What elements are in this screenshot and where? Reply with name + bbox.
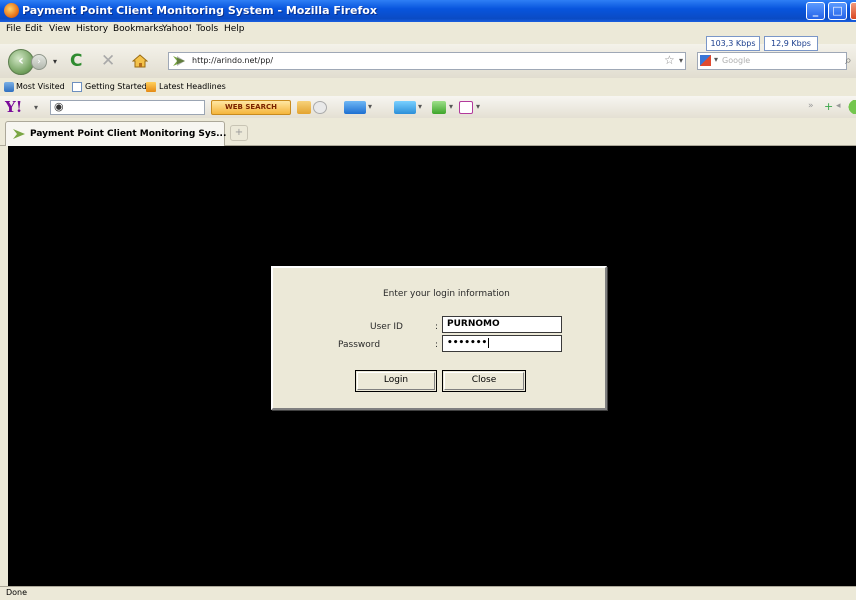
antispy-icon[interactable]: [313, 101, 327, 114]
yahoo-menu-dropdown-icon[interactable]: ▾: [34, 103, 38, 112]
toolbar-arrow-icon[interactable]: ◂: [836, 101, 841, 111]
menu-bookmarks[interactable]: Bookmarks: [113, 24, 163, 34]
maximize-button[interactable]: □: [828, 2, 847, 20]
messenger-dropdown-icon[interactable]: ▾: [418, 102, 422, 111]
new-tab-button[interactable]: +: [230, 125, 248, 141]
bookmark-latest-headlines[interactable]: Latest Headlines: [159, 82, 226, 91]
close-window-button[interactable]: [850, 2, 856, 20]
site-favicon: [172, 55, 186, 67]
search-placeholder: Google: [722, 56, 751, 65]
label-separator: :: [435, 340, 439, 350]
messenger-icon[interactable]: [394, 101, 416, 114]
menu-history[interactable]: History: [76, 24, 108, 34]
forward-button[interactable]: ›: [31, 54, 47, 70]
close-button-label: Close: [471, 375, 497, 385]
search-icon[interactable]: ⌕: [845, 53, 852, 68]
home-icon[interactable]: [131, 54, 149, 68]
toolbar-overflow-icon[interactable]: »: [808, 101, 814, 111]
calendar-icon[interactable]: [432, 101, 446, 114]
password-value: •••••••: [447, 338, 488, 348]
login-button-label: Login: [383, 375, 409, 385]
url-dropdown-icon[interactable]: ▾: [679, 56, 683, 65]
menu-help[interactable]: Help: [224, 24, 245, 34]
stop-icon[interactable]: ✕: [101, 51, 115, 71]
menu-tools[interactable]: Tools: [196, 24, 218, 34]
password-label: Password: [338, 340, 381, 350]
minimize-button[interactable]: _: [806, 2, 825, 20]
mail-icon[interactable]: [344, 101, 366, 114]
user-id-label: User ID: [370, 322, 403, 332]
rss-feed-icon: [146, 82, 156, 92]
google-icon[interactable]: [700, 55, 711, 66]
download-speed-meter: 103,3 Kbps: [706, 36, 760, 51]
close-button[interactable]: Close: [442, 370, 526, 392]
label-separator: :: [435, 322, 439, 332]
yahoo-logo[interactable]: Y!: [5, 98, 22, 116]
menu-file[interactable]: File: [6, 24, 21, 34]
password-input[interactable]: •••••••: [442, 335, 562, 352]
search-engine-dropdown-icon[interactable]: ▾: [714, 55, 718, 64]
text-cursor: [488, 338, 490, 348]
pencil-icon[interactable]: [297, 101, 311, 114]
status-bar: [0, 586, 856, 600]
reload-icon[interactable]: C: [70, 51, 82, 71]
add-icon[interactable]: +: [824, 100, 833, 113]
flickr-icon[interactable]: [459, 101, 473, 114]
user-id-value: PURNOMO: [447, 319, 500, 329]
window-title: Payment Point Client Monitoring System -…: [22, 4, 377, 17]
login-button[interactable]: Login: [355, 370, 437, 392]
bookmark-getting-started[interactable]: Getting Started: [85, 82, 147, 91]
history-dropdown-icon[interactable]: ▾: [53, 57, 57, 66]
calendar-dropdown-icon[interactable]: ▾: [449, 102, 453, 111]
most-visited-icon: [4, 82, 14, 92]
flickr-dropdown-icon[interactable]: ▾: [476, 102, 480, 111]
page-icon: [72, 82, 82, 92]
search-icon: ◉: [54, 100, 64, 113]
url-text: http://arindo.net/pp/: [192, 56, 274, 65]
web-search-button[interactable]: WEB SEARCH: [211, 100, 291, 115]
search-box[interactable]: [697, 52, 847, 70]
bookmark-most-visited[interactable]: Most Visited: [16, 82, 65, 91]
menu-view[interactable]: View: [49, 24, 70, 34]
tab-favicon: [12, 128, 26, 140]
bookmark-star-icon[interactable]: ☆: [664, 53, 675, 67]
menu-edit[interactable]: Edit: [25, 24, 42, 34]
tab-title: Payment Point Client Monitoring Sys...: [30, 129, 227, 139]
mail-dropdown-icon[interactable]: ▾: [368, 102, 372, 111]
user-id-input[interactable]: PURNOMO: [442, 316, 562, 333]
refresh-icon[interactable]: [846, 100, 856, 114]
menu-yahoo[interactable]: Yahoo!: [162, 24, 192, 34]
upload-speed-meter: 12,9 Kbps: [764, 36, 818, 51]
dialog-heading: Enter your login information: [383, 289, 510, 299]
yahoo-search-input[interactable]: [50, 100, 205, 115]
firefox-icon: [4, 3, 19, 18]
status-text: Done: [6, 588, 28, 597]
